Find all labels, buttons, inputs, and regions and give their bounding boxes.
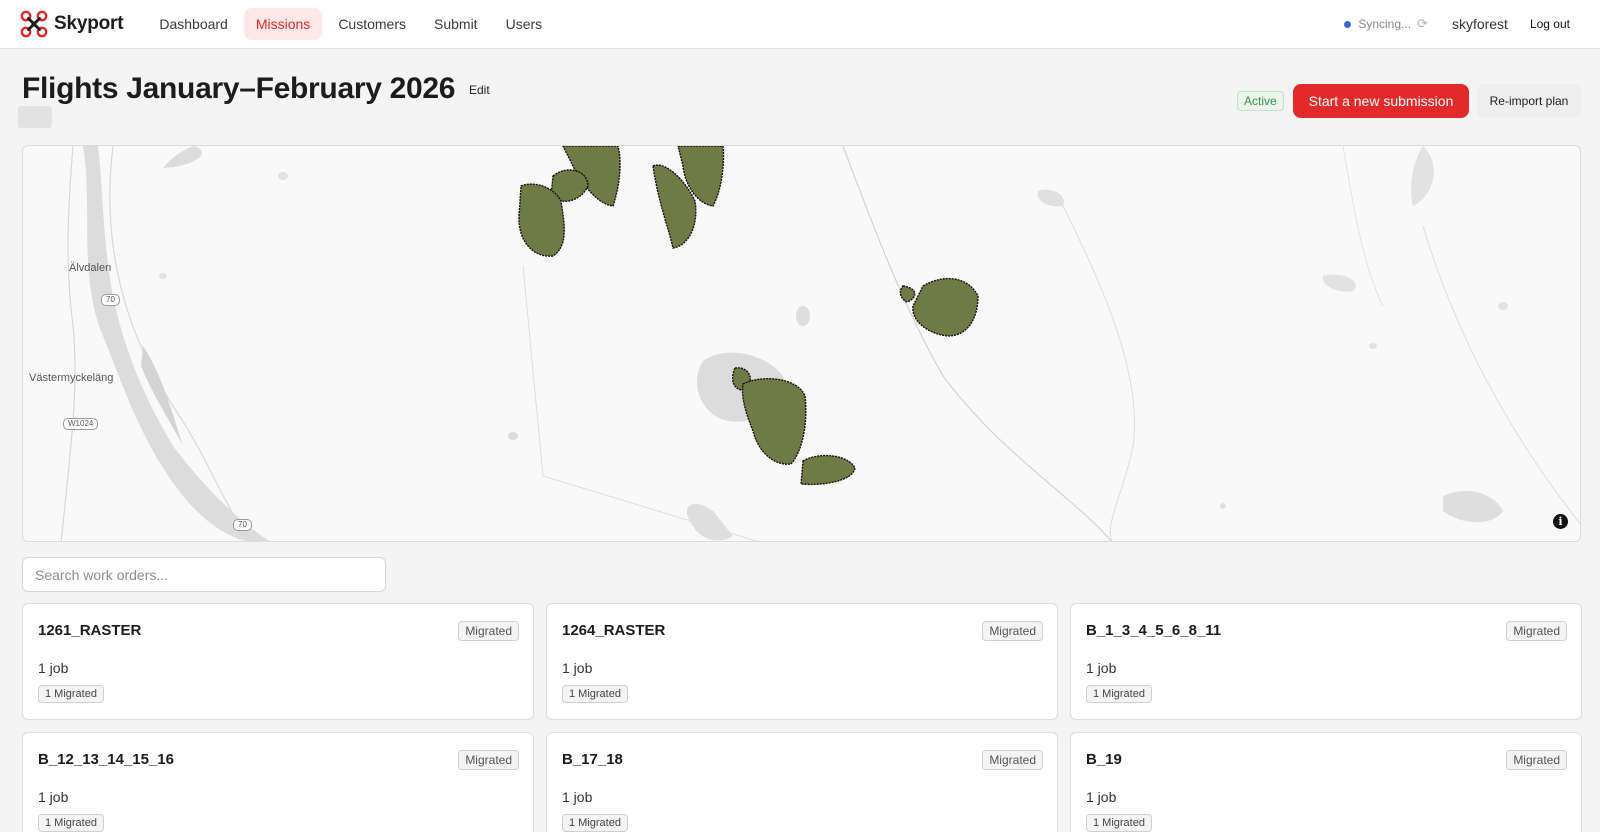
nav-item-users[interactable]: Users: [494, 8, 555, 40]
work-order-card[interactable]: B_19 Migrated 1 job 1 Migrated: [1070, 732, 1582, 832]
search-work-orders-input[interactable]: [22, 557, 386, 592]
migrated-badge: Migrated: [982, 621, 1043, 641]
start-new-submission-button[interactable]: Start a new submission: [1293, 84, 1469, 118]
reimport-plan-button[interactable]: Re-import plan: [1477, 84, 1581, 118]
loading-placeholder: [18, 106, 52, 128]
work-order-name: B_1_3_4_5_6_8_11: [1086, 622, 1222, 639]
work-order-card[interactable]: 1261_RASTER Migrated 1 job 1 Migrated: [22, 603, 534, 720]
work-order-name: 1261_RASTER: [38, 622, 142, 639]
status-badge: Active: [1237, 91, 1284, 111]
work-order-grid: 1261_RASTER Migrated 1 job 1 Migrated 12…: [22, 603, 1582, 832]
job-count: 1 job: [1086, 660, 1117, 676]
migrated-badge: Migrated: [1506, 621, 1567, 641]
migrated-count-badge: 1 Migrated: [562, 814, 628, 832]
nav-item-dashboard[interactable]: Dashboard: [147, 8, 240, 40]
nav-item-submit[interactable]: Submit: [422, 8, 490, 40]
job-count: 1 job: [562, 789, 593, 805]
map-canvas[interactable]: [23, 146, 1581, 542]
nav-item-customers[interactable]: Customers: [326, 8, 418, 40]
page-title: Flights January–February 2026: [22, 72, 456, 105]
migrated-badge: Migrated: [458, 621, 519, 641]
work-order-card[interactable]: B_17_18 Migrated 1 job 1 Migrated: [546, 732, 1058, 832]
main-nav: Dashboard Missions Customers Submit User…: [147, 8, 554, 40]
work-order-card[interactable]: 1264_RASTER Migrated 1 job 1 Migrated: [546, 603, 1058, 720]
work-order-card[interactable]: B_12_13_14_15_16 Migrated 1 job 1 Migrat…: [22, 732, 534, 832]
migrated-count-badge: 1 Migrated: [1086, 814, 1152, 832]
drone-logo-icon: [20, 10, 48, 38]
nav-item-missions[interactable]: Missions: [243, 8, 323, 40]
work-order-name: B_19: [1086, 751, 1122, 768]
mission-map[interactable]: Älvdalen Västermyckeläng 70 W1024 70 i: [22, 145, 1581, 542]
job-count: 1 job: [38, 789, 69, 805]
job-count: 1 job: [1086, 789, 1117, 805]
road-shield-70: 70: [101, 294, 120, 306]
job-count: 1 job: [562, 660, 593, 676]
job-count: 1 job: [38, 660, 69, 676]
username[interactable]: skyforest: [1452, 16, 1508, 32]
migrated-count-badge: 1 Migrated: [38, 685, 104, 703]
work-order-card[interactable]: B_1_3_4_5_6_8_11 Migrated 1 job 1 Migrat…: [1070, 603, 1582, 720]
place-label-vastermyckelang: Västermyckeläng: [29, 372, 114, 384]
migrated-badge: Migrated: [982, 750, 1043, 770]
migrated-count-badge: 1 Migrated: [1086, 685, 1152, 703]
road-shield-w1024: W1024: [63, 418, 99, 430]
edit-title-button[interactable]: Edit: [469, 83, 490, 97]
brand-name: Skyport: [54, 13, 124, 34]
sync-status: Syncing... ⟳: [1344, 16, 1428, 32]
refresh-icon[interactable]: ⟳: [1417, 16, 1428, 32]
sync-dot-icon: [1344, 20, 1352, 28]
road-shield-70: 70: [233, 519, 252, 531]
sync-status-text: Syncing...: [1358, 17, 1412, 31]
migrated-badge: Migrated: [458, 750, 519, 770]
place-label-alvdalen: Älvdalen: [69, 262, 112, 274]
work-order-name: 1264_RASTER: [562, 622, 666, 639]
work-order-name: B_12_13_14_15_16: [38, 751, 174, 768]
top-navigation-bar: Skyport Dashboard Missions Customers Sub…: [0, 0, 1600, 49]
migrated-count-badge: 1 Migrated: [562, 685, 628, 703]
info-icon[interactable]: i: [1553, 514, 1568, 529]
brand[interactable]: Skyport: [20, 10, 124, 38]
user-area: Syncing... ⟳ skyforest Log out: [1344, 16, 1570, 32]
work-order-name: B_17_18: [562, 751, 623, 768]
logout-button[interactable]: Log out: [1530, 17, 1570, 31]
migrated-count-badge: 1 Migrated: [38, 814, 104, 832]
migrated-badge: Migrated: [1506, 750, 1567, 770]
